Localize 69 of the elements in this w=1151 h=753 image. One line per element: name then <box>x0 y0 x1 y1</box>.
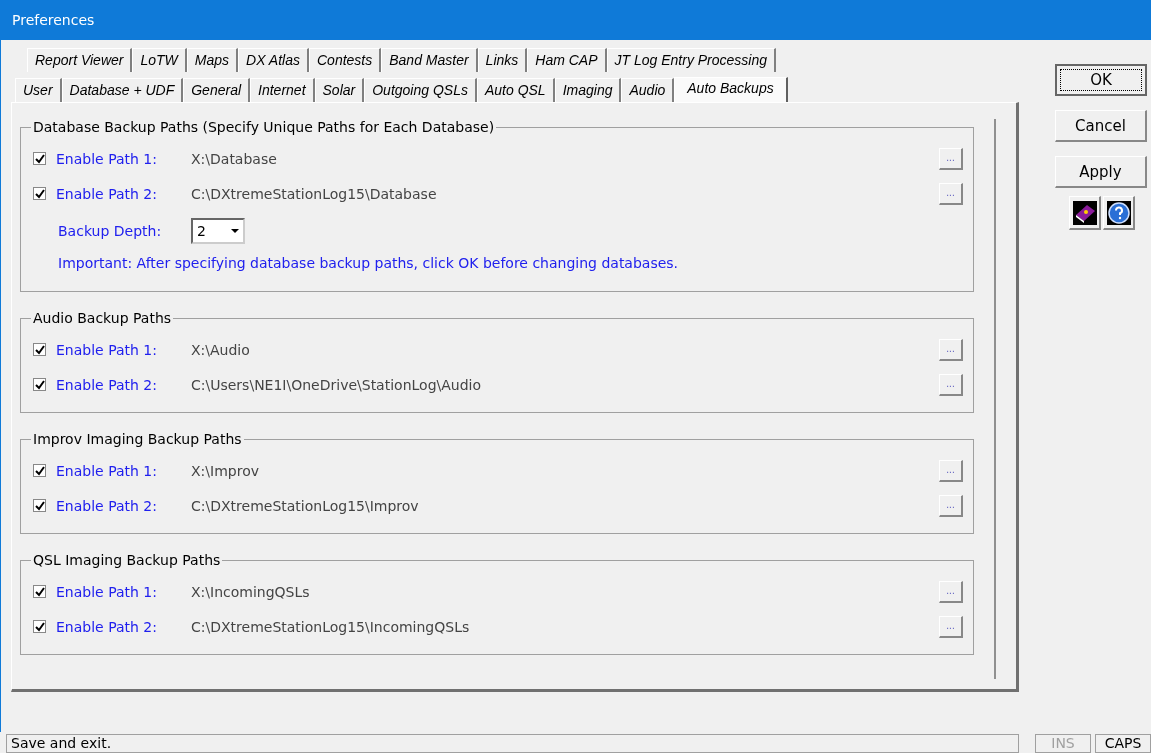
window-title: Preferences <box>12 12 95 28</box>
checkbox[interactable] <box>33 585 46 598</box>
tab[interactable]: Solar <box>314 78 365 102</box>
checkbox-label: Enable Path 1: <box>56 583 158 600</box>
field-label: Backup Depth: <box>58 223 163 239</box>
tab[interactable]: Report Viewer <box>27 48 133 72</box>
checkbox[interactable] <box>33 187 46 200</box>
checkbox-label: Enable Path 2: <box>56 185 158 202</box>
checkbox-label: Enable Path 2: <box>56 376 158 393</box>
tab[interactable]: JT Log Entry Processing <box>606 48 777 72</box>
checkbox-label: Enable Path 2: <box>56 618 158 635</box>
note-text: Important: After specifying database backup paths, click OK before changing databases. <box>57 254 680 273</box>
book-icon <box>1072 200 1097 225</box>
tab[interactable]: Internet <box>250 78 315 102</box>
browse-button[interactable]: ... <box>939 147 963 170</box>
tab[interactable]: Database + UDF <box>61 78 184 102</box>
path-value: C:\DXtremeStationLog15\Improv <box>191 497 420 514</box>
help-icon <box>1106 200 1131 225</box>
checkbox[interactable] <box>33 464 46 477</box>
tab[interactable]: Maps <box>186 48 239 72</box>
group-title: Improv Imaging Backup Paths <box>32 431 243 447</box>
checkbox-label: Enable Path 1: <box>56 150 158 167</box>
help-book-button[interactable] <box>1069 196 1101 230</box>
path-value: C:\DXtremeStationLog15\IncomingQSLs <box>191 618 471 635</box>
tab[interactable]: LoTW <box>132 48 187 72</box>
path-value: X:\Database <box>191 150 278 167</box>
browse-button[interactable]: ... <box>939 494 963 517</box>
tab[interactable]: Imaging <box>554 78 622 102</box>
dialog-button[interactable]: Apply <box>1055 156 1147 188</box>
tab[interactable]: Auto Backups <box>674 77 788 102</box>
checkbox[interactable] <box>33 152 46 165</box>
browse-button[interactable]: ... <box>939 615 963 638</box>
depth-dropdown[interactable]: 2 <box>191 218 245 244</box>
tab[interactable]: Contests <box>309 48 382 72</box>
tab[interactable]: DX Atlas <box>238 48 309 72</box>
group-title: Database Backup Paths (Specify Unique Paths for Each Database) <box>32 119 496 135</box>
path-value: X:\Improv <box>191 462 260 479</box>
path-value: C:\DXtremeStationLog15\Database <box>191 185 438 202</box>
help-button[interactable] <box>1103 196 1135 230</box>
tab[interactable]: Ham CAP <box>527 48 607 72</box>
tab[interactable]: Audio <box>621 78 675 102</box>
path-value: X:\Audio <box>191 341 251 358</box>
checkbox-label: Enable Path 1: <box>56 462 158 479</box>
tab[interactable]: Auto QSL <box>476 78 555 102</box>
checkbox[interactable] <box>33 620 46 633</box>
tab[interactable]: General <box>183 78 251 102</box>
key-indicator: INS <box>1035 734 1091 753</box>
checkbox-label: Enable Path 1: <box>56 341 158 358</box>
browse-button[interactable]: ... <box>939 459 963 482</box>
status-message: Save and exit. <box>6 734 1019 753</box>
dialog-button[interactable]: Cancel <box>1055 110 1147 142</box>
browse-button[interactable]: ... <box>939 580 963 603</box>
browse-button[interactable]: ... <box>939 373 963 396</box>
path-value: X:\IncomingQSLs <box>191 583 311 600</box>
browse-button[interactable]: ... <box>939 182 963 205</box>
group-title: QSL Imaging Backup Paths <box>32 552 222 568</box>
browse-button[interactable]: ... <box>939 338 963 361</box>
group-title: Audio Backup Paths <box>32 310 173 326</box>
dialog-button[interactable]: OK <box>1055 64 1147 96</box>
checkbox-label: Enable Path 2: <box>56 497 158 514</box>
tab[interactable]: Band Master <box>381 48 478 72</box>
path-value: C:\Users\NE1I\OneDrive\StationLog\Audio <box>191 376 483 393</box>
tab[interactable]: Links <box>477 48 528 72</box>
tab[interactable]: User <box>15 78 62 102</box>
checkbox[interactable] <box>33 378 46 391</box>
checkbox[interactable] <box>33 499 46 512</box>
key-indicator: CAPS <box>1095 734 1151 753</box>
tab[interactable]: Outgoing QSLs <box>364 78 477 102</box>
checkbox[interactable] <box>33 343 46 356</box>
